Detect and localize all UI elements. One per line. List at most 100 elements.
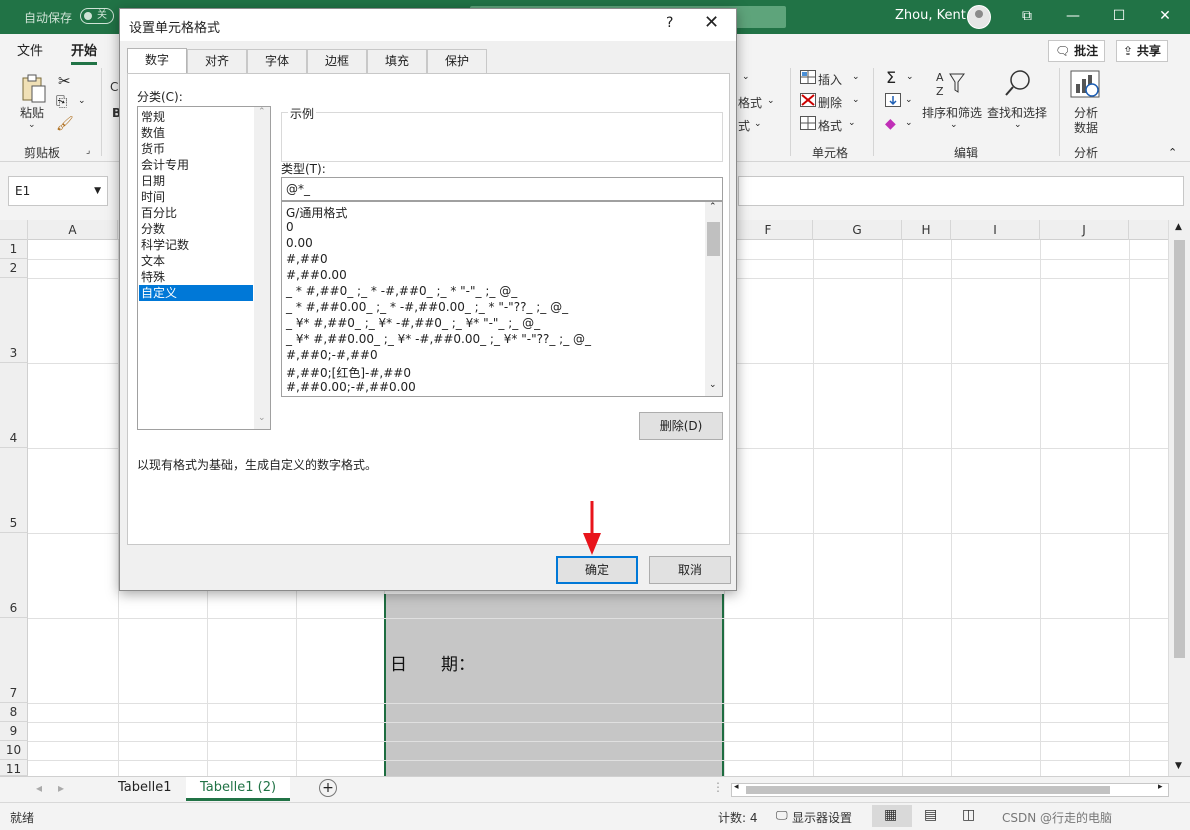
col-header-a[interactable]: A (28, 220, 118, 240)
horizontal-scrollbar[interactable]: ◂ ▸ (731, 782, 1169, 797)
copy-icon[interactable]: ⎘ (56, 94, 67, 110)
format-item[interactable]: #,##0 (286, 252, 328, 266)
chevron-down-icon[interactable]: ⌄ (1014, 120, 1022, 130)
collapse-ribbon-icon[interactable]: ⌃ (1168, 146, 1177, 159)
scroll-thumb[interactable] (746, 786, 1110, 794)
format-code-list[interactable]: G/通用格式 0 0.00 #,##0 #,##0.00 _ * #,##0_ … (281, 201, 723, 397)
analyze-data-label-2[interactable]: 数据 (1074, 119, 1098, 136)
tab-protection[interactable]: 保护 (427, 49, 487, 73)
name-box[interactable]: E1 ▼ (8, 176, 108, 206)
format-cells-icon[interactable] (800, 116, 816, 133)
row-header-8[interactable]: 8 (0, 703, 28, 722)
format-item[interactable]: _ * #,##0_ ;_ * -#,##0_ ;_ * "-"_ ;_ @_ (286, 284, 517, 298)
minimize-icon[interactable]: — (1058, 4, 1088, 28)
share-button[interactable]: ⇪ 共享 (1116, 40, 1168, 62)
col-header-f[interactable]: F (724, 220, 813, 240)
autosum-icon[interactable]: Σ (886, 68, 896, 87)
chevron-down-icon[interactable]: ⌄ (852, 95, 860, 105)
format-item[interactable]: #,##0.00;-#,##0.00 (286, 380, 416, 394)
splitter-handle-icon[interactable]: ⋮ (712, 780, 724, 794)
format-item[interactable]: _ ¥* #,##0.00_ ;_ ¥* -#,##0.00_ ;_ ¥* "-… (286, 332, 591, 346)
next-sheet-icon[interactable]: ▸ (58, 781, 64, 795)
chevron-down-icon[interactable]: ⌄ (905, 118, 913, 128)
find-select-label[interactable]: 查找和选择 (987, 104, 1047, 121)
format-table-label[interactable]: 格式 (738, 94, 762, 111)
select-all-corner[interactable] (0, 220, 28, 240)
scroll-up-icon[interactable]: ▲ (1175, 222, 1182, 232)
format-list-scrollbar[interactable]: ⌃ ⌄ (705, 202, 722, 396)
category-item[interactable]: 时间 (139, 189, 253, 205)
category-item[interactable]: 数值 (139, 125, 253, 141)
chevron-down-icon[interactable]: ⌄ (852, 72, 860, 82)
category-list[interactable]: 常规 数值 货币 会计专用 日期 时间 百分比 分数 科学记数 文本 特殊 自定… (137, 106, 271, 430)
copy-dropdown-icon[interactable]: ⌄ (78, 96, 86, 106)
format-item[interactable]: #,##0.00 (286, 268, 347, 282)
analyze-data-icon[interactable] (1070, 70, 1102, 103)
format-item[interactable]: _ ¥* #,##0_ ;_ ¥* -#,##0_ ;_ ¥* "-"_ ;_ … (286, 316, 540, 330)
tab-font[interactable]: 字体 (247, 49, 307, 73)
chevron-down-icon[interactable]: ⌄ (950, 120, 958, 130)
category-item[interactable]: 文本 (139, 253, 253, 269)
close-icon[interactable]: ✕ (704, 12, 719, 33)
row-header-2[interactable]: 2 (0, 259, 28, 278)
scroll-down-icon[interactable]: ⌄ (258, 413, 266, 423)
format-item[interactable]: 0 (286, 220, 294, 234)
scroll-right-icon[interactable]: ▸ (1158, 782, 1163, 792)
display-settings-label[interactable]: 显示器设置 (792, 809, 852, 826)
chevron-down-icon[interactable]: ⌄ (905, 95, 913, 105)
delete-cells-icon[interactable] (800, 93, 816, 110)
sheet-tab-1[interactable]: Tabelle1 (104, 777, 186, 801)
category-item-custom[interactable]: 自定义 (139, 285, 253, 301)
category-item[interactable]: 货币 (139, 141, 253, 157)
format-item[interactable]: _ * #,##0.00_ ;_ * -#,##0.00_ ;_ * "-"??… (286, 300, 568, 314)
sheet-tab-2[interactable]: Tabelle1 (2) (186, 777, 291, 801)
tab-home[interactable]: 开始 (71, 40, 98, 65)
page-layout-icon[interactable]: ▤ (924, 807, 937, 823)
avatar[interactable] (967, 5, 991, 29)
paste-dropdown-icon[interactable]: ⌄ (28, 120, 36, 130)
format-item[interactable]: 0.00 (286, 236, 313, 250)
col-header-i[interactable]: I (951, 220, 1040, 240)
formula-input[interactable] (738, 176, 1184, 206)
add-sheet-icon[interactable]: + (319, 779, 337, 797)
format-item[interactable]: #,##0;[红色]-#,##0 (286, 364, 411, 381)
delete-format-button[interactable]: 删除(D) (639, 412, 723, 440)
scroll-left-icon[interactable]: ◂ (734, 782, 739, 792)
category-scrollbar[interactable]: ⌃ ⌄ (254, 107, 270, 429)
category-item[interactable]: 常规 (139, 109, 253, 125)
col-header-j[interactable]: J (1040, 220, 1129, 240)
chevron-down-icon[interactable]: ⌄ (767, 96, 775, 106)
col-header-h[interactable]: H (902, 220, 951, 240)
chevron-down-icon[interactable]: ▼ (94, 177, 101, 205)
insert-label[interactable]: 插入 (818, 71, 842, 88)
selected-cell-range[interactable] (384, 594, 724, 776)
scroll-thumb[interactable] (1174, 240, 1185, 658)
col-header-g[interactable]: G (813, 220, 902, 240)
display-settings-icon[interactable]: 🖵 (776, 808, 788, 823)
sort-filter-icon[interactable]: AZ (936, 70, 966, 101)
tab-number[interactable]: 数字 (127, 48, 187, 74)
category-item[interactable]: 日期 (139, 173, 253, 189)
tab-alignment[interactable]: 对齐 (187, 49, 247, 73)
paste-label[interactable]: 粘贴 (20, 104, 44, 121)
category-item[interactable]: 特殊 (139, 269, 253, 285)
normal-view-icon[interactable]: ▦ (884, 807, 897, 823)
fill-icon[interactable] (885, 93, 901, 110)
chevron-down-icon[interactable]: ⌄ (848, 118, 856, 128)
scroll-down-icon[interactable]: ▼ (1175, 761, 1182, 771)
cancel-button[interactable]: 取消 (649, 556, 731, 584)
autosave-toggle[interactable]: 关 (80, 8, 114, 24)
row-header-9[interactable]: 9 (0, 722, 28, 741)
format-label[interactable]: 格式 (818, 117, 842, 134)
row-header-6[interactable]: 6 (0, 533, 28, 618)
dialog-launcher-icon[interactable]: ⌟ (86, 146, 90, 156)
cell-style-label[interactable]: 式 (738, 117, 750, 134)
scroll-up-icon[interactable]: ⌃ (709, 202, 717, 212)
date-label-cell[interactable]: 日 期： (390, 650, 475, 675)
maximize-icon[interactable]: ☐ (1104, 4, 1134, 28)
chevron-down-icon[interactable]: ⌄ (742, 72, 750, 82)
category-item[interactable]: 科学记数 (139, 237, 253, 253)
category-item[interactable]: 分数 (139, 221, 253, 237)
prev-sheet-icon[interactable]: ◂ (36, 781, 42, 795)
scroll-up-icon[interactable]: ⌃ (258, 107, 266, 117)
